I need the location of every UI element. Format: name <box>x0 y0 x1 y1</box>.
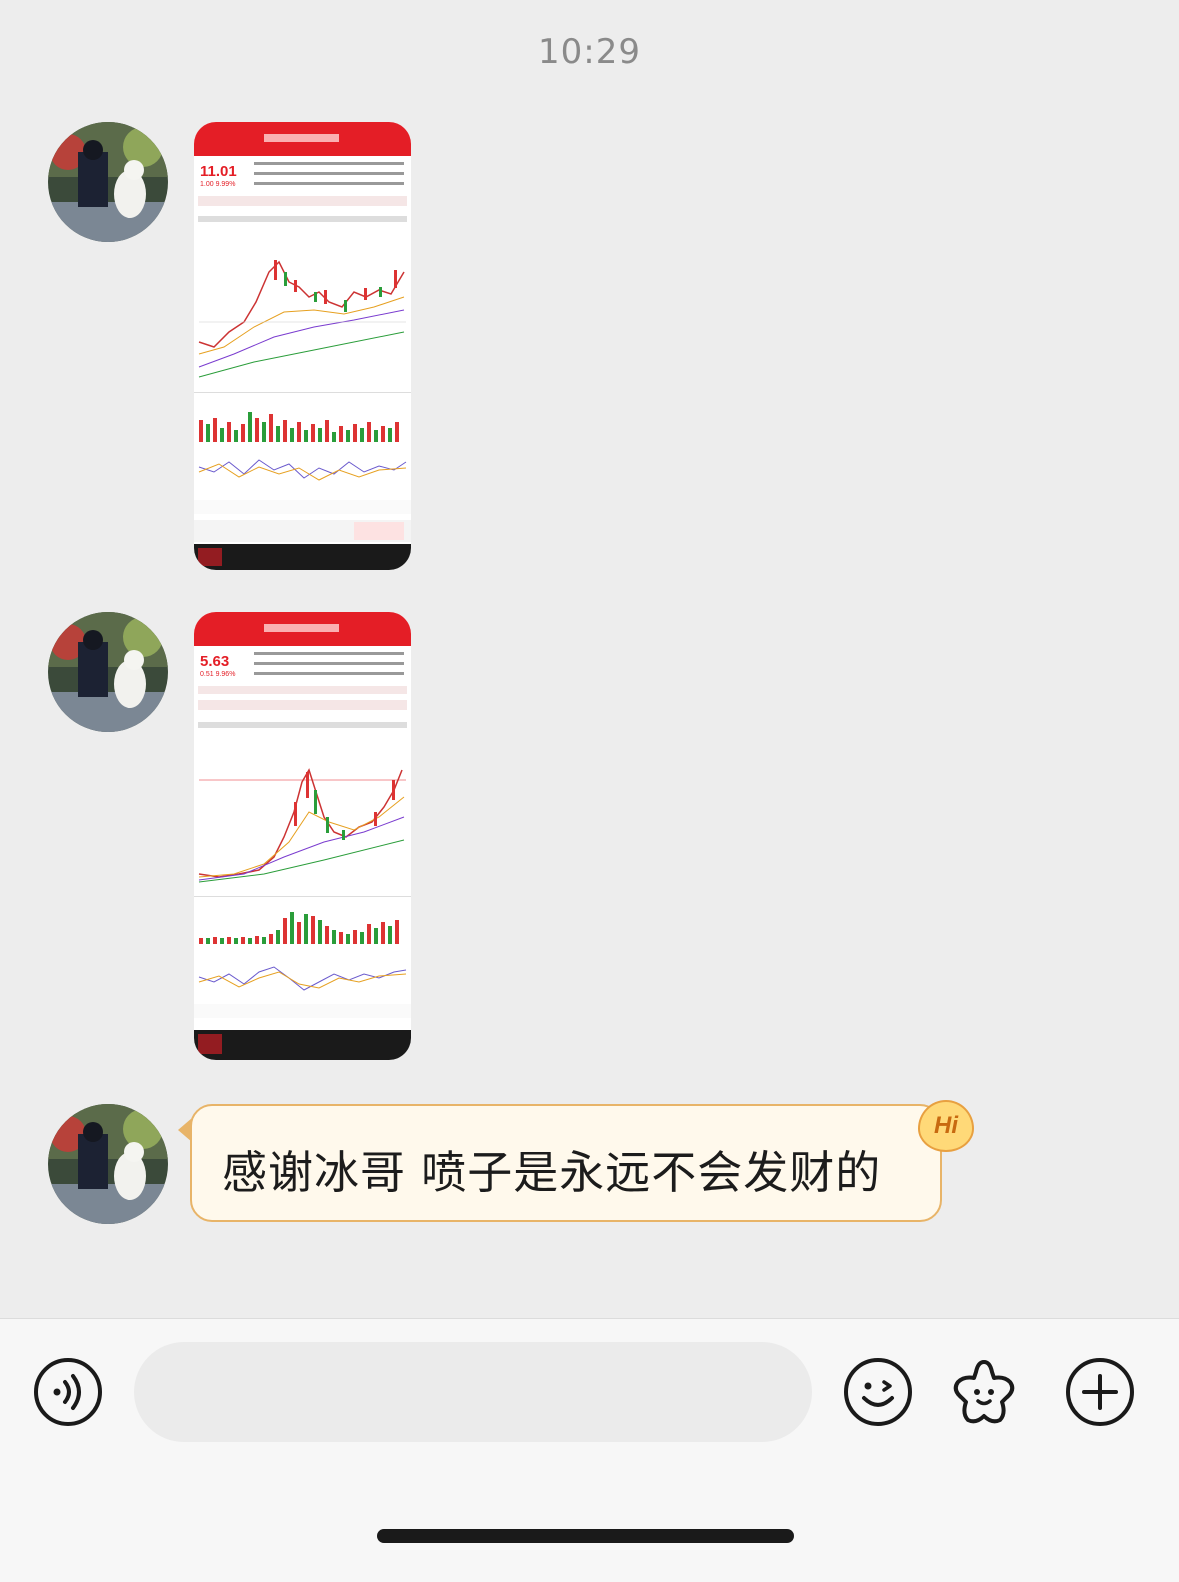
stock-change: 1.00 9.99% <box>200 181 235 188</box>
message-bubble[interactable]: 感谢冰哥 喷子是永远不会发财的 <box>190 1104 942 1222</box>
sticker-icon[interactable] <box>948 1356 1020 1428</box>
avatar[interactable] <box>48 1104 168 1224</box>
emoji-icon[interactable] <box>842 1356 914 1428</box>
message-input[interactable] <box>134 1342 812 1442</box>
stock-price: 5.63 <box>200 653 229 670</box>
plus-icon[interactable] <box>1064 1356 1136 1428</box>
stock-change: 0.51 9.96% <box>200 671 235 678</box>
stock-screenshot-image[interactable]: 11.01 1.00 9.99% <box>194 122 411 570</box>
avatar[interactable] <box>48 122 168 242</box>
chat-timestamp: 10:29 <box>538 32 641 72</box>
voice-icon[interactable] <box>32 1356 104 1428</box>
message-text: 感谢冰哥 喷子是永远不会发财的 <box>222 1146 882 1199</box>
stock-price: 11.01 <box>200 163 237 180</box>
avatar[interactable] <box>48 612 168 732</box>
home-indicator[interactable] <box>377 1529 794 1543</box>
hi-badge-icon: Hi <box>918 1100 974 1152</box>
stock-screenshot-image[interactable]: 5.63 0.51 9.96% <box>194 612 411 1060</box>
